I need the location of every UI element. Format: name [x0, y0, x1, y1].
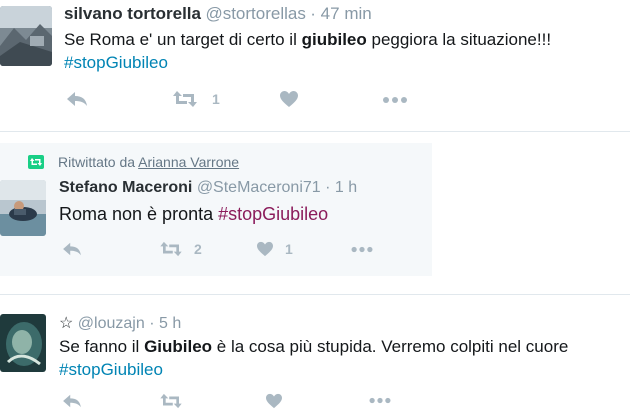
divider [0, 294, 630, 295]
retweet-icon [28, 155, 44, 169]
retweet-icon [160, 241, 182, 257]
heart-icon [257, 241, 273, 257]
author-handle[interactable]: @louzajn [78, 315, 145, 332]
divider [0, 131, 630, 132]
more-button[interactable] [350, 246, 374, 253]
tweet-3: ☆ @louzajn · 5 h Se fanno il Giubileo è … [0, 305, 630, 409]
hashtag-link[interactable]: #stopGiubileo [218, 204, 328, 224]
tweet-header: ☆ @louzajn · 5 h [59, 313, 181, 333]
tweet-header: silvano tortorella @stortorellas · 47 mi… [64, 4, 372, 24]
tweet-header: Stefano Maceroni @SteMaceroni71 · 1 h [59, 179, 357, 197]
reply-icon [63, 242, 81, 256]
timestamp[interactable]: · 47 min [310, 4, 371, 23]
like-button[interactable]: 1 [256, 241, 293, 257]
hashtag-link[interactable]: #stopGiubileo [59, 359, 163, 381]
more-button[interactable] [382, 96, 408, 104]
tweet-2: Ritwittato da Arianna Varrone Stefano Ma… [0, 143, 432, 276]
retweeter-link[interactable]: Arianna Varrone [138, 154, 239, 170]
heart-icon [280, 91, 298, 107]
reply-button[interactable] [62, 241, 82, 257]
more-icon [351, 246, 373, 253]
more-button[interactable] [368, 397, 392, 404]
avatar[interactable] [0, 6, 52, 66]
retweet-count: 1 [212, 91, 220, 107]
retweet-icon [173, 91, 197, 107]
timestamp[interactable]: · 5 h [149, 315, 181, 332]
retweet-button[interactable]: 1 [172, 90, 220, 108]
reply-icon [67, 92, 87, 106]
tweet-text: Roma non è pronta #stopGiubileo [59, 204, 329, 224]
like-count: 1 [285, 241, 293, 257]
tweet-text: Se Roma e' un target di certo il giubile… [64, 30, 552, 49]
more-icon [383, 97, 407, 103]
tweet-text: Se fanno il Giubileo è la cosa più stupi… [59, 337, 569, 356]
retweet-count: 2 [194, 241, 202, 257]
author-name[interactable]: Stefano Maceroni [59, 179, 192, 196]
retweet-button[interactable] [159, 393, 183, 409]
like-button[interactable] [265, 393, 283, 409]
retweeted-by-label: Ritwittato da Arianna Varrone [28, 154, 239, 170]
avatar[interactable] [0, 314, 46, 372]
author-handle[interactable]: @SteMaceroni71 [197, 179, 321, 196]
retweet-icon [160, 393, 182, 409]
hashtag-link[interactable]: #stopGiubileo [64, 52, 168, 74]
like-button[interactable] [279, 90, 299, 108]
timestamp[interactable]: · 1 h [325, 179, 357, 196]
reply-icon [63, 394, 81, 408]
author-handle[interactable]: @stortorellas [205, 4, 305, 23]
avatar[interactable] [0, 180, 46, 236]
author-name[interactable]: silvano tortorella [64, 4, 201, 23]
star-icon: ☆ [59, 315, 74, 332]
heart-icon [266, 393, 282, 409]
reply-button[interactable] [66, 90, 88, 108]
more-icon [369, 397, 391, 404]
retweet-button[interactable]: 2 [159, 241, 202, 257]
reply-button[interactable] [62, 393, 82, 409]
tweet-1: silvano tortorella @stortorellas · 47 mi… [0, 0, 630, 118]
